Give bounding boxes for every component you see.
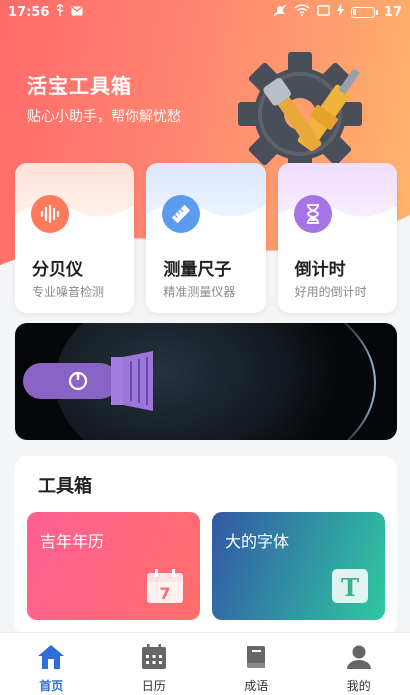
user-icon [344,643,374,671]
tab-label: 首页 [39,679,64,693]
mail-icon [71,5,83,20]
toolbox-title: 工具箱 [38,476,92,497]
feature-cards: 分贝仪 专业噪音检测 测量尺子 精准测量仪器 倒计时 好用的倒计时 [15,163,397,313]
charging-icon [336,4,344,20]
battery-icon [350,6,378,18]
flashlight-banner[interactable] [15,323,397,440]
tab-calendar[interactable]: 日历 [103,633,206,695]
home-icon [36,643,66,671]
tool-label: 大的字体 [225,532,290,551]
sound-wave-icon [31,195,69,233]
flashlight-icon [23,351,153,411]
tool-label: 吉年年历 [40,532,105,551]
big-font-icon-text: T [341,573,359,602]
card-title: 分贝仪 [32,260,83,280]
app-title: 活宝工具箱 [27,74,132,98]
tab-label: 我的 [346,679,371,693]
calendar-icon-text: 7 [159,584,170,603]
bottom-tab-bar: 首页 日历 成语 我的 [0,632,410,695]
card-subtitle: 专业噪音检测 [32,285,105,299]
tab-mine[interactable]: 我的 [308,633,410,695]
tab-label: 日历 [141,679,166,693]
big-font-tool-button[interactable]: 大的字体 T [212,512,385,620]
wifi-icon [294,4,310,20]
screen-icon [317,4,330,20]
calendar-tool-button[interactable]: 吉年年历 7 [27,512,200,620]
book-icon [241,643,271,671]
hourglass-icon [293,195,332,233]
battery-level: 17 [383,4,402,20]
tab-label: 成语 [244,679,269,693]
status-bar: 17:56 17 [0,0,410,24]
app-subtitle: 贴心小助手，帮你解忧愁 [27,109,181,125]
mute-icon [273,3,287,21]
toolbox-section: 工具箱 吉年年历 7 大的字体 T [15,456,397,636]
card-subtitle: 精准测量仪器 [163,285,236,299]
big-font-icon: T [332,569,368,603]
card-subtitle: 好用的倒计时 [294,285,367,299]
tab-idioms[interactable]: 成语 [205,633,308,695]
status-time: 17:56 [8,4,50,20]
card-title: 测量尺子 [163,260,232,280]
card-title: 倒计时 [294,260,346,280]
ruler-card[interactable]: 测量尺子 精准测量仪器 [146,163,266,313]
usb-icon [55,3,65,20]
tab-home[interactable]: 首页 [0,633,103,695]
decibel-meter-card[interactable]: 分贝仪 专业噪音检测 [15,163,135,313]
calendar-icon: 7 [147,569,183,603]
countdown-card[interactable]: 倒计时 好用的倒计时 [277,163,397,313]
calendar-tab-icon [139,643,169,671]
